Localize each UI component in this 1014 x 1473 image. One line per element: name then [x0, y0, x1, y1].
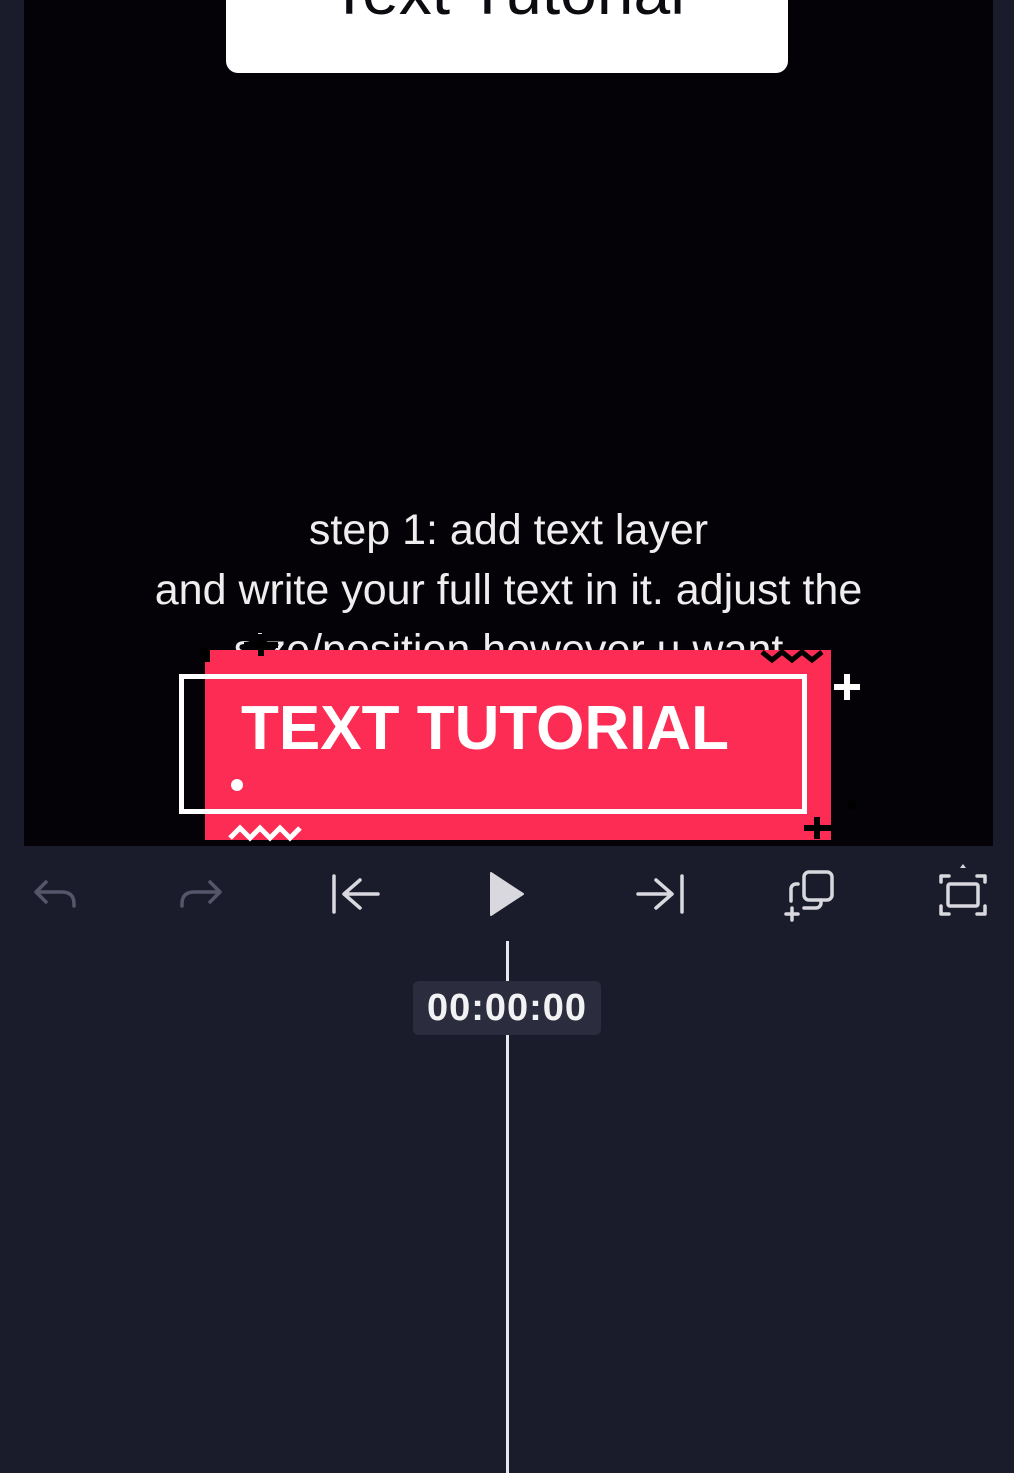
title-card-text: Text Tutorial — [226, 0, 788, 24]
text-tutorial-sticker[interactable]: TEXT TUTORIAL — [174, 628, 874, 846]
timeline[interactable]: 00:00:00 — [0, 941, 1014, 1473]
sticker-label: TEXT TUTORIAL — [241, 694, 729, 763]
undo-button[interactable] — [22, 864, 82, 924]
video-preview[interactable]: Text Tutorial step 1: add text layer and… — [24, 0, 993, 846]
video-editor: Text Tutorial step 1: add text layer and… — [0, 0, 1014, 1473]
redo-button[interactable] — [174, 864, 234, 924]
caption-line-1[interactable]: step 1: add text layer — [24, 500, 993, 560]
skip-to-end-icon — [636, 874, 684, 914]
undo-arrow-icon — [34, 880, 76, 908]
fullscreen-button[interactable] — [933, 864, 993, 924]
jump-to-end-button[interactable] — [630, 864, 690, 924]
play-button[interactable] — [477, 864, 537, 924]
title-text-card[interactable]: Text Tutorial — [226, 0, 788, 73]
keyframe-button[interactable] — [782, 864, 842, 924]
caption-line-2[interactable]: and write your full text in it. adjust t… — [24, 560, 993, 620]
timecode-display: 00:00:00 — [413, 981, 601, 1035]
play-icon — [490, 872, 524, 916]
redo-arrow-icon — [180, 880, 222, 908]
jump-to-start-button[interactable] — [326, 864, 386, 924]
keyframe-add-icon — [784, 870, 834, 922]
skip-to-start-icon — [332, 874, 380, 914]
playback-toolbar — [0, 846, 1014, 941]
fullscreen-icon — [939, 864, 987, 916]
